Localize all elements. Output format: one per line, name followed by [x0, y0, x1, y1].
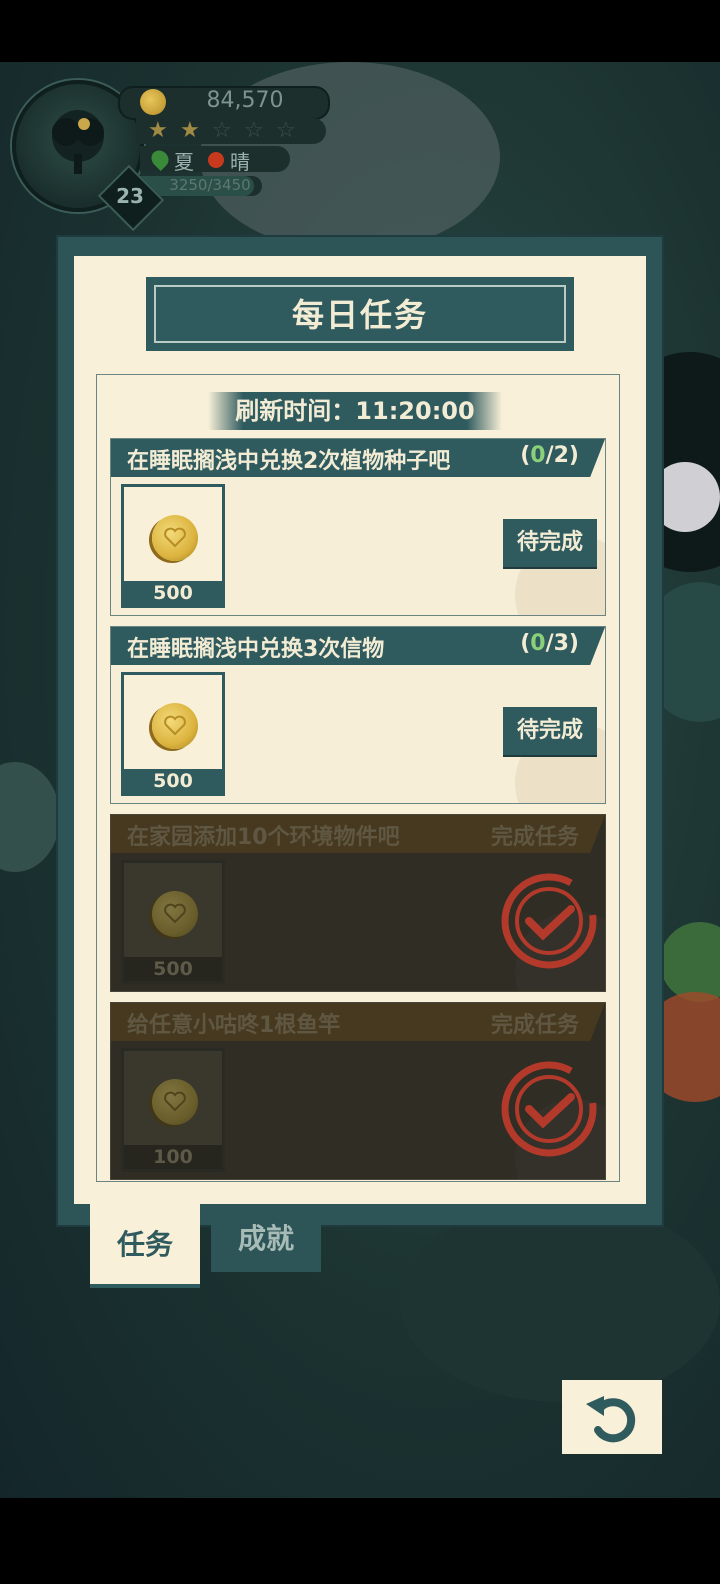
- task-progress: (0/3): [520, 631, 579, 656]
- task-name: 给任意小咕咚1根鱼竿: [127, 1013, 341, 1038]
- task-card-completed: 给任意小咕咚1根鱼竿 完成任务 100: [110, 1002, 606, 1180]
- coin-icon: [152, 1079, 198, 1125]
- star-icon: ★: [180, 118, 200, 143]
- pending-button[interactable]: 待完成: [503, 519, 597, 567]
- tree-icon: [52, 110, 104, 174]
- back-button[interactable]: [562, 1380, 662, 1454]
- reward-amount: 500: [124, 957, 222, 981]
- reward-slot[interactable]: 500: [121, 484, 225, 608]
- tab-achievement[interactable]: 成就: [211, 1206, 321, 1272]
- tab-achievement-label: 成就: [237, 1222, 294, 1255]
- checkmark-stamp-icon: [501, 1061, 597, 1157]
- refresh-time: 刷新时间：11:20:00: [208, 392, 502, 430]
- reward-slot[interactable]: 500: [121, 672, 225, 796]
- task-progress: (0/2): [520, 443, 579, 468]
- coin-icon: [152, 891, 198, 937]
- panel-title: 每日任务: [291, 296, 428, 334]
- star-empty-icon: ☆: [276, 118, 296, 143]
- reward-amount: 500: [124, 581, 222, 605]
- task-name: 在睡眠搁浅中兑换3次信物: [127, 637, 385, 662]
- task-card: 在睡眠搁浅中兑换3次信物 (0/3) 500 待完成: [110, 626, 606, 804]
- exp-text: 3250/3450: [169, 176, 251, 194]
- season-label: 夏: [174, 150, 194, 174]
- task-card: 在睡眠搁浅中兑换2次植物种子吧 (0/2) 500 待完成: [110, 438, 606, 616]
- task-name: 在家园添加10个环境物件吧: [127, 825, 400, 850]
- reward-slot[interactable]: 500: [121, 860, 225, 984]
- tab-task[interactable]: 任务: [90, 1204, 200, 1288]
- task-card-completed: 在家园添加10个环境物件吧 完成任务 500: [110, 814, 606, 992]
- reward-slot[interactable]: 100: [121, 1048, 225, 1172]
- reward-amount: 100: [124, 1145, 222, 1169]
- star-icon: ★: [148, 118, 168, 143]
- task-name: 在睡眠搁浅中兑换2次植物种子吧: [127, 449, 451, 474]
- star-empty-icon: ☆: [212, 118, 232, 143]
- tab-task-label: 任务: [116, 1228, 173, 1261]
- task-status: 完成任务: [490, 825, 579, 850]
- coin-icon: [152, 703, 198, 749]
- task-status: 完成任务: [490, 1013, 579, 1038]
- reward-amount: 500: [124, 769, 222, 793]
- level-number: 23: [116, 184, 144, 208]
- undo-arrow-icon: [586, 1396, 636, 1443]
- weather-label: 晴: [230, 150, 250, 174]
- star-empty-icon: ☆: [244, 118, 264, 143]
- checkmark-stamp-icon: [501, 873, 597, 969]
- pending-button[interactable]: 待完成: [503, 707, 597, 755]
- sun-icon: [208, 152, 224, 168]
- coin-icon: [152, 515, 198, 561]
- coin-count: 84,570: [206, 88, 284, 113]
- coin-icon: [140, 89, 166, 115]
